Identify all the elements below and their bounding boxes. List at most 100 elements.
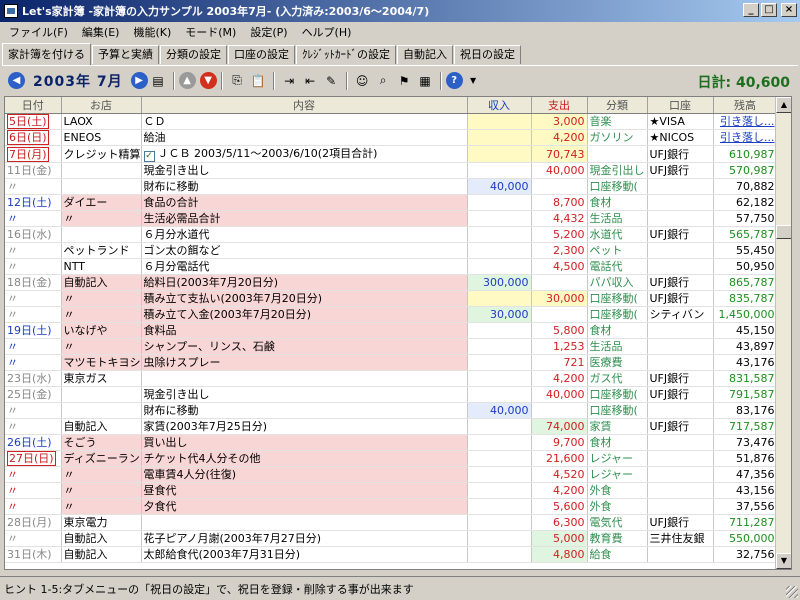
- cell-date[interactable]: 〃: [5, 242, 62, 259]
- cell-desc[interactable]: 電車賃4人分(往復): [141, 466, 468, 483]
- cell-date[interactable]: 12日(土): [5, 194, 62, 211]
- cell-date[interactable]: 18日(金): [5, 274, 62, 291]
- cell-date[interactable]: 19日(土): [5, 322, 62, 339]
- cell-desc[interactable]: 昼食代: [141, 482, 468, 499]
- flag-icon[interactable]: ⚑: [396, 72, 413, 89]
- table-row[interactable]: 〃〃積み立て支払い(2003年7月20日分) 30,000 口座移動(UFJ銀行 83…: [5, 290, 778, 307]
- cell-date[interactable]: 31日(木): [5, 546, 62, 563]
- cell-balance[interactable]: 43,176: [713, 354, 778, 371]
- cell-date[interactable]: 11日(金): [5, 162, 62, 179]
- cell-shop[interactable]: 〃: [61, 290, 142, 307]
- cell-shop[interactable]: 自動記入: [61, 274, 142, 291]
- cell-account[interactable]: [647, 434, 714, 451]
- table-row[interactable]: 〃 財布に移動 40,000 口座移動(83,176: [5, 402, 778, 419]
- cell-account[interactable]: UFJ銀行: [647, 386, 714, 403]
- cell-category[interactable]: 食材: [587, 194, 648, 211]
- cell-balance[interactable]: 711,287: [713, 514, 778, 531]
- cell-date[interactable]: 〃: [5, 178, 62, 195]
- cell-shop[interactable]: [61, 178, 142, 195]
- cell-balance[interactable]: 831,587: [713, 370, 778, 387]
- cell-date[interactable]: 〃: [5, 354, 62, 371]
- cell-account[interactable]: UFJ銀行: [647, 274, 714, 291]
- cell-expense[interactable]: 721: [531, 354, 588, 371]
- cell-shop[interactable]: 東京電力: [61, 514, 142, 531]
- paste-icon[interactable]: 📋: [250, 72, 267, 89]
- cell-income[interactable]: [467, 450, 532, 467]
- cell-category[interactable]: 生活品: [587, 210, 648, 227]
- table-row[interactable]: 16日(水) ６月分水道代 5,200 水道代 UFJ銀行 565,787: [5, 226, 778, 243]
- cell-date[interactable]: 〃: [5, 210, 62, 227]
- cell-expense[interactable]: 5,800: [531, 322, 588, 339]
- checkbox-icon[interactable]: ✓: [143, 151, 155, 162]
- cell-shop[interactable]: ディズニーランド: [61, 450, 142, 467]
- tab-holiday-settings[interactable]: 祝日の設定: [454, 45, 521, 64]
- cell-desc[interactable]: 花子ピアノ月謝(2003年7月27日分): [141, 530, 468, 547]
- cell-account[interactable]: [647, 322, 714, 339]
- table-row[interactable]: 23日(水) 東京ガス 4,200 ガス代 UFJ銀行 831,587: [5, 370, 778, 387]
- table-row[interactable]: 31日(木) 自動記入 太郎給食代(2003年7月31日分) 4,800 給食 32,75…: [5, 546, 778, 563]
- col-shop[interactable]: お店: [61, 97, 142, 114]
- cell-expense[interactable]: 40,000: [531, 162, 588, 179]
- cell-account[interactable]: [647, 178, 714, 195]
- cell-shop[interactable]: 〃: [61, 210, 142, 227]
- cell-desc[interactable]: 積み立て支払い(2003年7月20日分): [141, 290, 468, 307]
- cell-shop[interactable]: [61, 386, 142, 403]
- cell-date[interactable]: 25日(金): [5, 386, 62, 403]
- cell-balance[interactable]: 865,787: [713, 274, 778, 291]
- table-row[interactable]: 25日(金) 現金引き出し 40,000 口座移動(UFJ銀行 791,587: [5, 386, 778, 403]
- cell-balance[interactable]: 717,587: [713, 418, 778, 435]
- cell-shop[interactable]: 自動記入: [61, 530, 142, 547]
- cell-expense[interactable]: [531, 178, 588, 195]
- cell-desc[interactable]: 買い出し: [141, 434, 468, 451]
- cell-date[interactable]: 6日(日): [5, 129, 62, 146]
- cell-income[interactable]: [467, 162, 532, 179]
- cell-income[interactable]: [467, 290, 532, 307]
- cell-date[interactable]: 〃: [5, 306, 62, 323]
- copy-icon[interactable]: ⎘: [229, 72, 246, 89]
- cell-balance[interactable]: 73,476: [713, 434, 778, 451]
- cell-account[interactable]: 三井住友銀: [647, 530, 714, 547]
- cell-desc[interactable]: ゴン太の餌など: [141, 242, 468, 259]
- cell-desc[interactable]: シャンプー、リンス、石鹸: [141, 338, 468, 355]
- cell-date[interactable]: 16日(水): [5, 226, 62, 243]
- cell-date[interactable]: 7日(月): [5, 145, 62, 163]
- minimize-button[interactable]: _: [743, 3, 759, 17]
- down-icon[interactable]: ▼: [199, 72, 217, 89]
- resize-grip[interactable]: [786, 586, 798, 598]
- cell-income[interactable]: 300,000: [467, 274, 532, 291]
- cell-account[interactable]: [647, 210, 714, 227]
- cell-desc[interactable]: ✓ ＪＣＢ 2003/5/11～2003/6/10(2項目合計): [141, 145, 468, 163]
- scroll-up-arrow-icon[interactable]: ▲: [776, 97, 791, 113]
- table-row[interactable]: 〃〃電車賃4人分(往復) 4,520 レジャー 47,356: [5, 466, 778, 483]
- cell-category[interactable]: 口座移動(: [587, 386, 648, 403]
- cell-desc[interactable]: [141, 370, 468, 387]
- cell-expense[interactable]: 4,500: [531, 258, 588, 275]
- cell-category[interactable]: 現金引出し: [587, 162, 648, 179]
- cell-shop[interactable]: ペットランド: [61, 242, 142, 259]
- menu-edit[interactable]: 編集(E): [75, 24, 127, 40]
- cell-desc[interactable]: 生活必需品合計: [141, 210, 468, 227]
- table-row[interactable]: 11日(金) 現金引き出し 40,000 現金引出し UFJ銀行 570,987: [5, 162, 778, 179]
- cell-expense[interactable]: 4,200: [531, 370, 588, 387]
- cell-shop[interactable]: 東京ガス: [61, 370, 142, 387]
- cell-expense[interactable]: [531, 402, 588, 419]
- tab-budget[interactable]: 予算と実績: [92, 45, 159, 64]
- cell-account[interactable]: [647, 546, 714, 563]
- cell-balance[interactable]: 51,876: [713, 450, 778, 467]
- table-row[interactable]: 〃〃昼食代 4,200 外食 43,156: [5, 482, 778, 499]
- cell-shop[interactable]: 〃: [61, 466, 142, 483]
- table-row[interactable]: 〃〃シャンプー、リンス、石鹸 1,253 生活品 43,897: [5, 338, 778, 355]
- close-button[interactable]: ×: [781, 3, 797, 17]
- cell-desc[interactable]: 給油: [141, 129, 468, 146]
- table-row[interactable]: 〃〃生活必需品合計 4,432 生活品 57,750: [5, 210, 778, 227]
- cell-income[interactable]: [467, 258, 532, 275]
- help-icon[interactable]: ?: [445, 72, 463, 89]
- cell-balance[interactable]: 37,556: [713, 498, 778, 515]
- cell-balance[interactable]: 50,950: [713, 258, 778, 275]
- col-account[interactable]: 口座: [647, 97, 714, 114]
- cell-shop[interactable]: ダイエー: [61, 194, 142, 211]
- cell-expense[interactable]: 40,000: [531, 386, 588, 403]
- up-icon[interactable]: ▲: [178, 72, 196, 89]
- cell-balance[interactable]: 791,587: [713, 386, 778, 403]
- cell-balance[interactable]: 1,450,000: [713, 306, 778, 323]
